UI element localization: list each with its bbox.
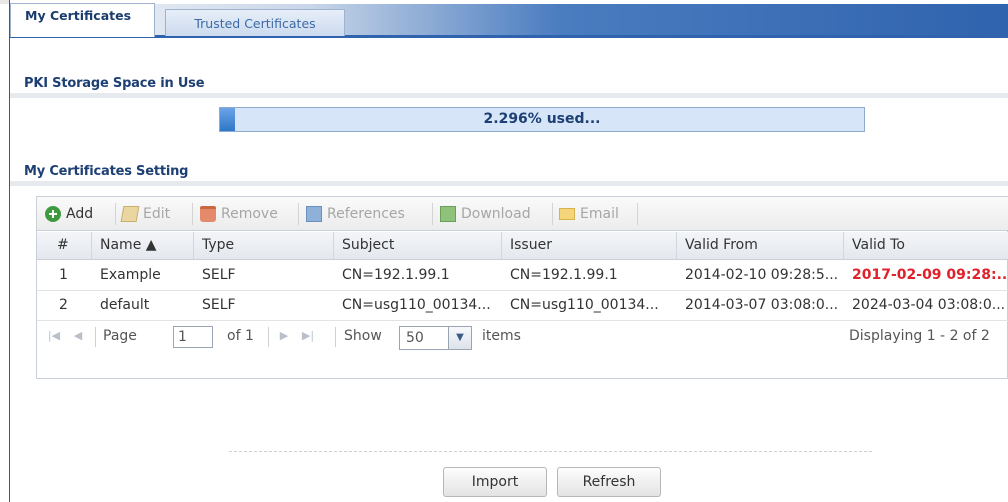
- grid-pager: |◀ ◀ Page 1 of 1 ▶ ▶| Show 50 ▼ items Di…: [37, 321, 1008, 353]
- cell-valid-from: 2014-03-07 03:08:0...: [685, 297, 839, 313]
- storage-section-rule: [10, 93, 1008, 98]
- trash-icon: [200, 206, 216, 222]
- email-button[interactable]: Email: [559, 203, 619, 225]
- download-icon: [440, 206, 456, 222]
- edit-button[interactable]: Edit: [120, 203, 171, 225]
- storage-progress-text: 2.296% used...: [483, 111, 601, 127]
- cell-name: default: [100, 297, 150, 313]
- email-label: Email: [580, 206, 619, 222]
- remove-label: Remove: [221, 206, 278, 222]
- storage-progress-bar: 2.296% used...: [219, 107, 865, 132]
- table-row[interactable]: 1 Example SELF CN=192.1.99.1 CN=192.1.99…: [37, 261, 1008, 291]
- next-page-icon[interactable]: ▶: [277, 329, 291, 343]
- column-header-valid-to[interactable]: Valid To: [844, 232, 1008, 259]
- column-header-valid-from[interactable]: Valid From: [677, 232, 844, 259]
- page-size-select[interactable]: 50: [399, 326, 449, 350]
- pager-separator: [95, 327, 96, 347]
- show-label: Show: [344, 328, 382, 344]
- edit-label: Edit: [143, 206, 171, 222]
- download-label: Download: [461, 206, 531, 222]
- toolbar-separator: [552, 203, 553, 225]
- items-label: items: [482, 328, 521, 344]
- tab-bar-underline: [10, 35, 1008, 38]
- page-count-label: of 1: [227, 328, 254, 344]
- cell-subject: CN=usg110_00134...: [342, 297, 491, 313]
- certificates-grid: Add Edit Remove References Download Emai…: [36, 196, 1008, 379]
- settings-section-rule: [10, 181, 1008, 186]
- tab-bar: [10, 4, 1008, 37]
- column-header-number[interactable]: #: [37, 232, 92, 259]
- column-header-name[interactable]: Name ▲: [92, 232, 194, 259]
- table-row[interactable]: 2 default SELF CN=usg110_00134... CN=usg…: [37, 291, 1008, 321]
- page-number-input[interactable]: 1: [173, 326, 213, 348]
- tab-trusted-certificates[interactable]: Trusted Certificates: [165, 9, 345, 36]
- chevron-down-icon[interactable]: ▼: [448, 326, 472, 350]
- cell-valid-to: 2024-03-04 03:08:0...: [852, 297, 1006, 313]
- cell-type: SELF: [202, 267, 236, 283]
- column-header-subject[interactable]: Subject: [334, 232, 502, 259]
- cell-issuer: CN=usg110_00134...: [510, 297, 659, 313]
- remove-button[interactable]: Remove: [200, 203, 278, 225]
- column-header-type[interactable]: Type: [194, 232, 334, 259]
- displaying-count: Displaying 1 - 2 of 2: [849, 328, 990, 344]
- import-button[interactable]: Import: [443, 467, 547, 497]
- storage-section-title: PKI Storage Space in Use: [24, 76, 205, 91]
- cell-name: Example: [100, 267, 161, 283]
- column-header-issuer[interactable]: Issuer: [502, 232, 677, 259]
- cell-number: 1: [59, 267, 68, 283]
- cell-valid-to-expired: 2017-02-09 09:28:...: [852, 267, 1008, 283]
- page-label: Page: [103, 328, 137, 344]
- download-button[interactable]: Download: [440, 203, 531, 225]
- grid-header: # Name ▲ Type Subject Issuer Valid From …: [37, 232, 1008, 260]
- add-icon: [45, 206, 61, 222]
- email-icon: [559, 208, 575, 220]
- pager-separator: [268, 327, 269, 347]
- references-icon: [306, 206, 322, 222]
- cell-subject: CN=192.1.99.1: [342, 267, 450, 283]
- footer-divider: [229, 451, 872, 452]
- cell-issuer: CN=192.1.99.1: [510, 267, 618, 283]
- cell-valid-from: 2014-02-10 09:28:5...: [685, 267, 839, 283]
- last-page-icon[interactable]: ▶|: [301, 329, 315, 343]
- pager-separator: [335, 327, 336, 347]
- refresh-button[interactable]: Refresh: [557, 467, 661, 497]
- settings-section-title: My Certificates Setting: [24, 164, 189, 179]
- toolbar-separator: [192, 203, 193, 225]
- references-label: References: [327, 206, 405, 222]
- references-button[interactable]: References: [306, 203, 405, 225]
- add-label: Add: [66, 206, 94, 222]
- grid-toolbar: Add Edit Remove References Download Emai…: [37, 197, 1008, 231]
- first-page-icon[interactable]: |◀: [47, 329, 61, 343]
- toolbar-separator: [637, 203, 638, 225]
- cell-type: SELF: [202, 297, 236, 313]
- edit-icon: [120, 206, 140, 222]
- add-button[interactable]: Add: [45, 203, 93, 225]
- toolbar-separator: [115, 203, 116, 225]
- tab-my-certificates[interactable]: My Certificates: [10, 3, 155, 37]
- toolbar-separator: [298, 203, 299, 225]
- toolbar-separator: [432, 203, 433, 225]
- cell-number: 2: [59, 297, 68, 313]
- previous-page-icon[interactable]: ◀: [71, 329, 85, 343]
